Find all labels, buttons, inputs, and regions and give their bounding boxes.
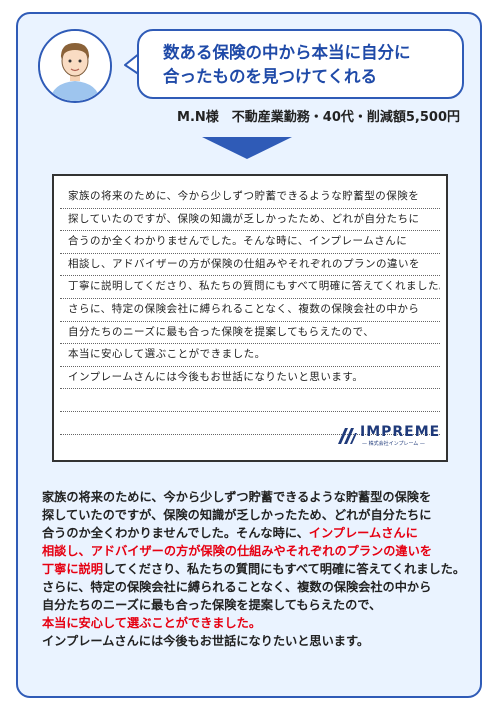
handwritten-line: 丁寧に説明してくださり、私たちの質問にもすべて明確に答えてくれました。: [60, 276, 440, 299]
body-line: インプレームさんには今後もお世話になりたいと思います。: [42, 634, 370, 648]
handwritten-line: 本当に安心して選ぶことができました。: [60, 344, 440, 367]
headline-line: 合ったものを見つけてくれる: [163, 67, 378, 86]
handwritten-lines: 家族の将来のために、今から少しずつ貯蓄できるような貯蓄型の保険を 探していたので…: [54, 186, 446, 435]
handwritten-line: さらに、特定の保険会社に縛られることなく、複数の保険会社の中から: [60, 299, 440, 322]
handwritten-line: 家族の将来のために、今から少しずつ貯蓄できるような貯蓄型の保険を: [60, 186, 440, 209]
customer-profile: M.N様 不動産業勤務・40代・削減額5,500円: [177, 110, 460, 125]
body-text-plain: してくださり、私たちの質問にもすべて明確に答えてくれました。: [102, 562, 466, 576]
body-text-highlight: 本当に安心して選ぶことができました。: [42, 616, 262, 630]
handwritten-line: インプレームさんには今後もお世話になりたいと思います。: [60, 367, 440, 390]
logo-text: IMPREME: [360, 424, 441, 440]
down-arrow-icon: [202, 137, 292, 159]
handwritten-line: [60, 389, 440, 412]
handwritten-line: 探していたのですが、保険の知識が乏しかったため、どれが自分たちに: [60, 209, 440, 232]
handwritten-letter: 家族の将来のために、今から少しずつ貯蓄できるような貯蓄型の保険を 探していたので…: [52, 174, 448, 462]
customer-avatar-icon: [38, 29, 112, 103]
body-line: 合うのか全くわかりませんでした。そんな時に、インプレームさんに: [42, 524, 462, 542]
logo-subtext: — 株式会社インプレーム —: [362, 441, 425, 447]
body-text-highlight: 丁寧に説明: [42, 562, 103, 576]
headline-bubble: 数ある保険の中から本当に自分に 合ったものを見つけてくれる: [137, 29, 464, 99]
headline-line: 数ある保険の中から本当に自分に: [163, 43, 411, 62]
body-text-highlight: インプレームさんに: [308, 526, 418, 540]
handwritten-line: 合うのか全くわかりませんでした。そんな時に、インプレームさんに: [60, 231, 440, 254]
body-line: 探していたのですが、保険の知識が乏しかったため、どれが自分たちに: [42, 508, 432, 522]
testimonial-body: 家族の将来のために、今から少しずつ貯蓄できるような貯蓄型の保険を 探していたので…: [42, 488, 466, 650]
body-text-plain: 合うのか全くわかりませんでした。そんな時に、: [42, 526, 309, 540]
impreme-logo-icon: [338, 428, 357, 444]
body-line: 丁寧に説明してくださり、私たちの質問にもすべて明確に答えてくれました。: [42, 560, 466, 578]
body-line: 自分たちのニーズに最も合った保険を提案してもらえたので、: [42, 598, 382, 612]
handwritten-line: 相談し、アドバイザーの方が保険の仕組みやそれぞれのプランの違いを: [60, 254, 440, 277]
handwritten-line: 自分たちのニーズに最も合った保険を提案してもらえたので、: [60, 322, 440, 345]
body-line: 家族の将来のために、今から少しずつ貯蓄できるような貯蓄型の保険を: [42, 490, 432, 504]
impreme-logo: IMPREME — 株式会社インプレーム —: [336, 424, 439, 450]
body-text-highlight: 相談し、アドバイザーの方が保険の仕組みやそれぞれのプランの違いを: [42, 544, 432, 558]
body-line: さらに、特定の保険会社に縛られることなく、複数の保険会社の中から: [42, 580, 432, 594]
